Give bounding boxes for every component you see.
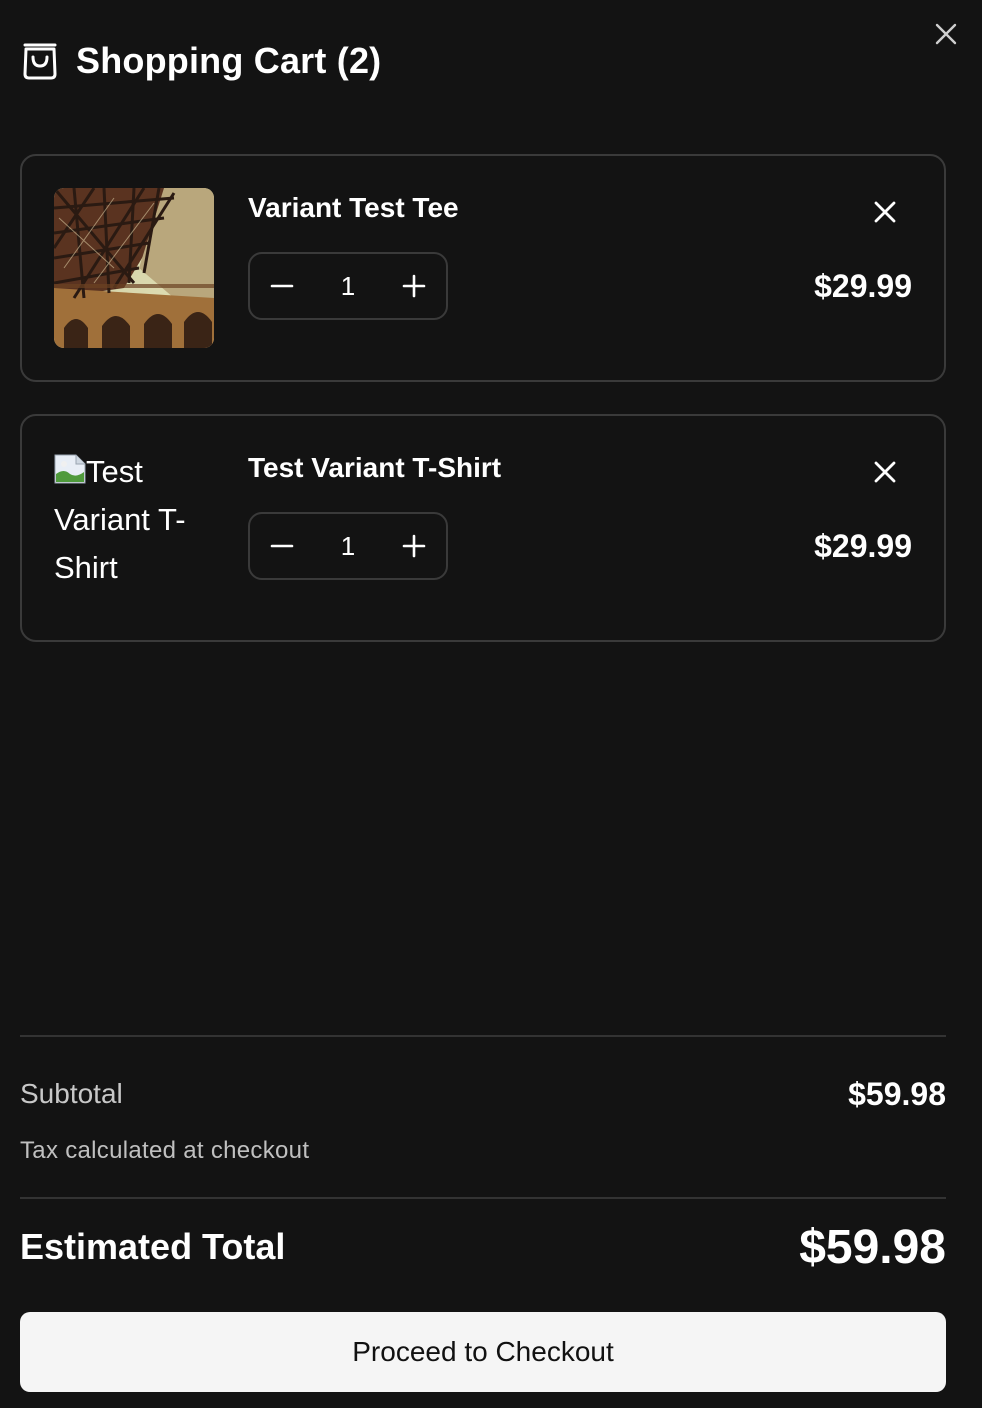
decrease-quantity-button[interactable] (264, 268, 300, 304)
quantity-stepper: 1 (248, 252, 448, 320)
cart-item: Test Variant T-Shirt Test Variant T-Shir… (20, 414, 946, 642)
quantity-value: 1 (340, 530, 356, 561)
remove-item-button[interactable] (874, 458, 896, 486)
cart-item: Variant Test Tee 1 $29.99 (20, 154, 946, 382)
close-icon (874, 201, 896, 223)
broken-image-icon (54, 450, 86, 484)
cart-header: Shopping Cart (2) (20, 40, 381, 82)
item-price: $29.99 (814, 268, 912, 304)
subtotal-label: Subtotal (20, 1078, 123, 1109)
divider (20, 1035, 946, 1037)
quantity-stepper: 1 (248, 512, 448, 580)
divider (20, 1197, 946, 1199)
increase-quantity-button[interactable] (396, 268, 432, 304)
remove-item-button[interactable] (874, 198, 896, 226)
shopping-bag-icon (20, 41, 60, 81)
close-drawer-button[interactable] (930, 18, 962, 50)
product-image[interactable] (54, 188, 214, 348)
product-name[interactable]: Variant Test Tee (248, 192, 459, 224)
estimated-total-value: $59.98 (799, 1221, 946, 1274)
plus-icon (402, 274, 426, 298)
page-title: Shopping Cart (2) (76, 40, 382, 81)
decrease-quantity-button[interactable] (264, 528, 300, 564)
estimated-total-label: Estimated Total (20, 1226, 286, 1267)
subtotal-value: $59.98 (848, 1076, 946, 1112)
close-icon (935, 23, 957, 45)
close-icon (874, 461, 896, 483)
quantity-value: 1 (340, 270, 356, 301)
increase-quantity-button[interactable] (396, 528, 432, 564)
checkout-button[interactable]: Proceed to Checkout (20, 1312, 946, 1392)
minus-icon (270, 544, 294, 548)
tax-note: Tax calculated at checkout (20, 1137, 310, 1164)
cart-drawer: Shopping Cart (2) Variant Test Tee 1 $29… (0, 0, 982, 1408)
plus-icon (402, 534, 426, 558)
product-name[interactable]: Test Variant T-Shirt (248, 452, 501, 484)
minus-icon (270, 284, 294, 288)
item-price: $29.99 (814, 528, 912, 564)
product-image[interactable]: Test Variant T-Shirt (54, 448, 214, 592)
